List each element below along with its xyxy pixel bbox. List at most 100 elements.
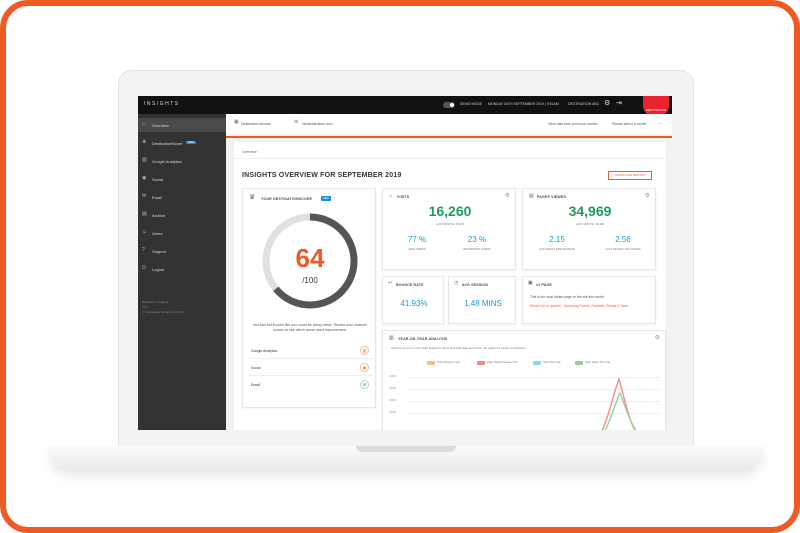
sidebar-item-label: Google Analytics: [152, 159, 182, 164]
sidebar-item-archive[interactable]: ▤ Archive: [138, 208, 226, 222]
laptop-notch: [356, 446, 456, 452]
compare-text: View data from previous months: [548, 122, 598, 126]
archive-icon: ▤: [142, 211, 147, 217]
score-row-label: Google Analytics: [251, 349, 278, 353]
score-row-social[interactable]: Social ◉: [249, 360, 373, 376]
score-row-google-analytics[interactable]: Google Analytics ▥: [249, 343, 373, 359]
returning-users-label: RETURNING USERS: [463, 247, 491, 251]
account-text[interactable]: DESTINATION ABC: [568, 102, 599, 106]
sidebar-item-label: Email: [152, 195, 163, 200]
sidebar-item-google-analytics[interactable]: ▥ Google Analytics: [138, 154, 226, 168]
gear-icon[interactable]: ⚙: [505, 193, 510, 199]
sidebar-item-email[interactable]: ✉ Email: [138, 190, 226, 204]
top-page-text: This is the most visited page on the sit…: [530, 295, 604, 299]
trophy-icon: ♛: [142, 139, 147, 145]
avg-session-card: ◷ AVG SESSION 1.48 MINS: [448, 276, 516, 324]
date-text: MONDAY 30TH SEPTEMBER 2019 | 9:51AM: [488, 102, 559, 106]
sidebar-item-users[interactable]: ☺ Users: [138, 226, 226, 240]
yoy-chart: [601, 376, 637, 430]
bounce-rate-card: ↩ BOUNCE RATE 41.93%: [382, 276, 444, 324]
sidebar-item-logout[interactable]: ⏻ Logout: [138, 262, 226, 276]
pages-icon: ▤: [529, 193, 534, 199]
score-row-label: Email: [251, 383, 260, 387]
demo-mode-label: DEMO MODE: [460, 102, 482, 106]
visits-card: ⌂ VISITS ⚙ 16,260 LAST MONTH: 15,079 77 …: [382, 188, 516, 270]
avg-session-value: 1.48 MINS: [464, 299, 502, 308]
sidebar-item-label: Overview: [152, 123, 169, 128]
score-value: 64: [296, 243, 325, 273]
bounce-rate-value: 41.93%: [400, 299, 428, 308]
sub-bar: ▣ Destination Abroad ⊕ visitdestination.…: [226, 114, 672, 134]
site-name[interactable]: Destination Abroad: [241, 122, 271, 126]
top-page-card: ▣ #1 PAGE This is the most visited page …: [522, 276, 656, 324]
sidebar-item-label: Support: [152, 249, 167, 254]
month-select[interactable]: Please select a month: [612, 122, 646, 126]
avg-session-title: AVG SESSION: [462, 283, 489, 287]
trophy-icon: ♛: [249, 194, 256, 201]
divider: [234, 158, 666, 159]
chevron-down-icon[interactable]: ⌄: [658, 121, 661, 125]
email-icon: ✉: [360, 380, 369, 389]
destinationscore-card: ♛ YOUR DESTINATIONSCORE NEW 64 /100 Not …: [242, 188, 376, 408]
social-icon: ◉: [360, 363, 369, 372]
sidebar-item-destinationscore[interactable]: ♛ DestinationScore NEW: [138, 136, 226, 150]
avg-pages-label: AVG PAGES PER SESSION: [539, 247, 575, 251]
site-url[interactable]: visitdestination.com: [302, 122, 333, 126]
last-month-pages-value: 2.56: [615, 235, 631, 244]
score-gauge: 64 /100: [262, 213, 358, 309]
site-icon: ▣: [234, 119, 239, 125]
score-help-text: Not bad but it looks like you could be d…: [253, 323, 367, 332]
email-icon: ✉: [142, 193, 147, 199]
app-logo[interactable]: INSIGHTS: [144, 101, 180, 107]
pages-viewed-value: 34,969: [568, 203, 612, 219]
page-icon: ▣: [528, 280, 533, 286]
visits-value: 16,260: [428, 203, 472, 219]
pages-viewed-last-month: LAST MONTH: 30,489: [575, 222, 605, 226]
breadcrumb[interactable]: Overview: [242, 150, 257, 154]
new-users-label: NEW USERS: [408, 247, 426, 251]
demo-mode-toggle[interactable]: [443, 102, 455, 108]
last-month-pages-label: LAST MONTH: AVG PAGES: [605, 247, 641, 251]
score-out-of: /100: [302, 276, 318, 285]
sidebar-item-support[interactable]: ? Support: [138, 244, 226, 258]
visits-icon: ⌂: [389, 193, 393, 199]
support-icon: ?: [142, 247, 145, 253]
footer-line: © Simpleview Europe Ltd 2019: [142, 310, 184, 314]
clock-icon: ◷: [454, 280, 459, 286]
analytics-icon: ▥: [142, 157, 147, 163]
sidebar: ⌂ Overview ♛ DestinationScore NEW ▥ Goog…: [138, 114, 226, 430]
logout-icon[interactable]: ⇥: [616, 100, 622, 107]
new-badge: NEW: [321, 196, 331, 201]
sidebar-footer: Destination Insights v2.0 © Simpleview E…: [142, 300, 222, 315]
social-icon: ◉: [142, 175, 147, 181]
main-area: ▣ Destination Abroad ⊕ visitdestination.…: [226, 114, 672, 430]
new-users-value: 77 %: [407, 235, 427, 244]
content-panel: Overview INSIGHTS OVERVIEW FOR SEPTEMBER…: [234, 142, 666, 430]
sidebar-item-label: DestinationScore: [152, 141, 183, 146]
bounce-rate-title: BOUNCE RATE: [396, 283, 424, 287]
users-settings-icon[interactable]: ⚙: [604, 100, 610, 107]
users-icon: ☺: [142, 229, 148, 235]
app-screen: INSIGHTS DEMO MODE MONDAY 30TH SEPTEMBER…: [138, 96, 672, 430]
new-badge: NEW: [186, 141, 196, 144]
top-page-title: #1 PAGE: [536, 283, 552, 287]
analytics-icon: ▥: [360, 346, 369, 355]
gear-icon[interactable]: ⚙: [645, 193, 650, 199]
returning-users-value: 23 %: [467, 235, 487, 244]
sidebar-item-social[interactable]: ◉ Social: [138, 172, 226, 186]
orange-frame: INSIGHTS DEMO MODE MONDAY 30TH SEPTEMBER…: [0, 0, 800, 533]
sidebar-item-label: Logout: [152, 267, 165, 272]
score-row-email[interactable]: Email ✉: [249, 377, 373, 393]
top-bar: INSIGHTS DEMO MODE MONDAY 30TH SEPTEMBER…: [138, 96, 672, 118]
globe-icon: ⊕: [294, 119, 299, 125]
download-report-button[interactable]: DOWNLOAD REPORT: [608, 171, 652, 180]
pages-viewed-title: PAGES VIEWED: [537, 195, 567, 199]
score-card-title: YOUR DESTINATIONSCORE: [261, 197, 313, 201]
orange-divider: [226, 136, 672, 138]
bounce-icon: ↩: [388, 280, 393, 286]
visits-title: VISITS: [397, 195, 410, 199]
page-views-previous-year-line: [601, 376, 636, 430]
sidebar-item-overview[interactable]: ⌂ Overview: [138, 118, 226, 132]
top-page-link[interactable]: What's On In Ipswich - Upcoming Events, …: [530, 304, 628, 308]
sidebar-item-label: Users: [152, 231, 163, 236]
